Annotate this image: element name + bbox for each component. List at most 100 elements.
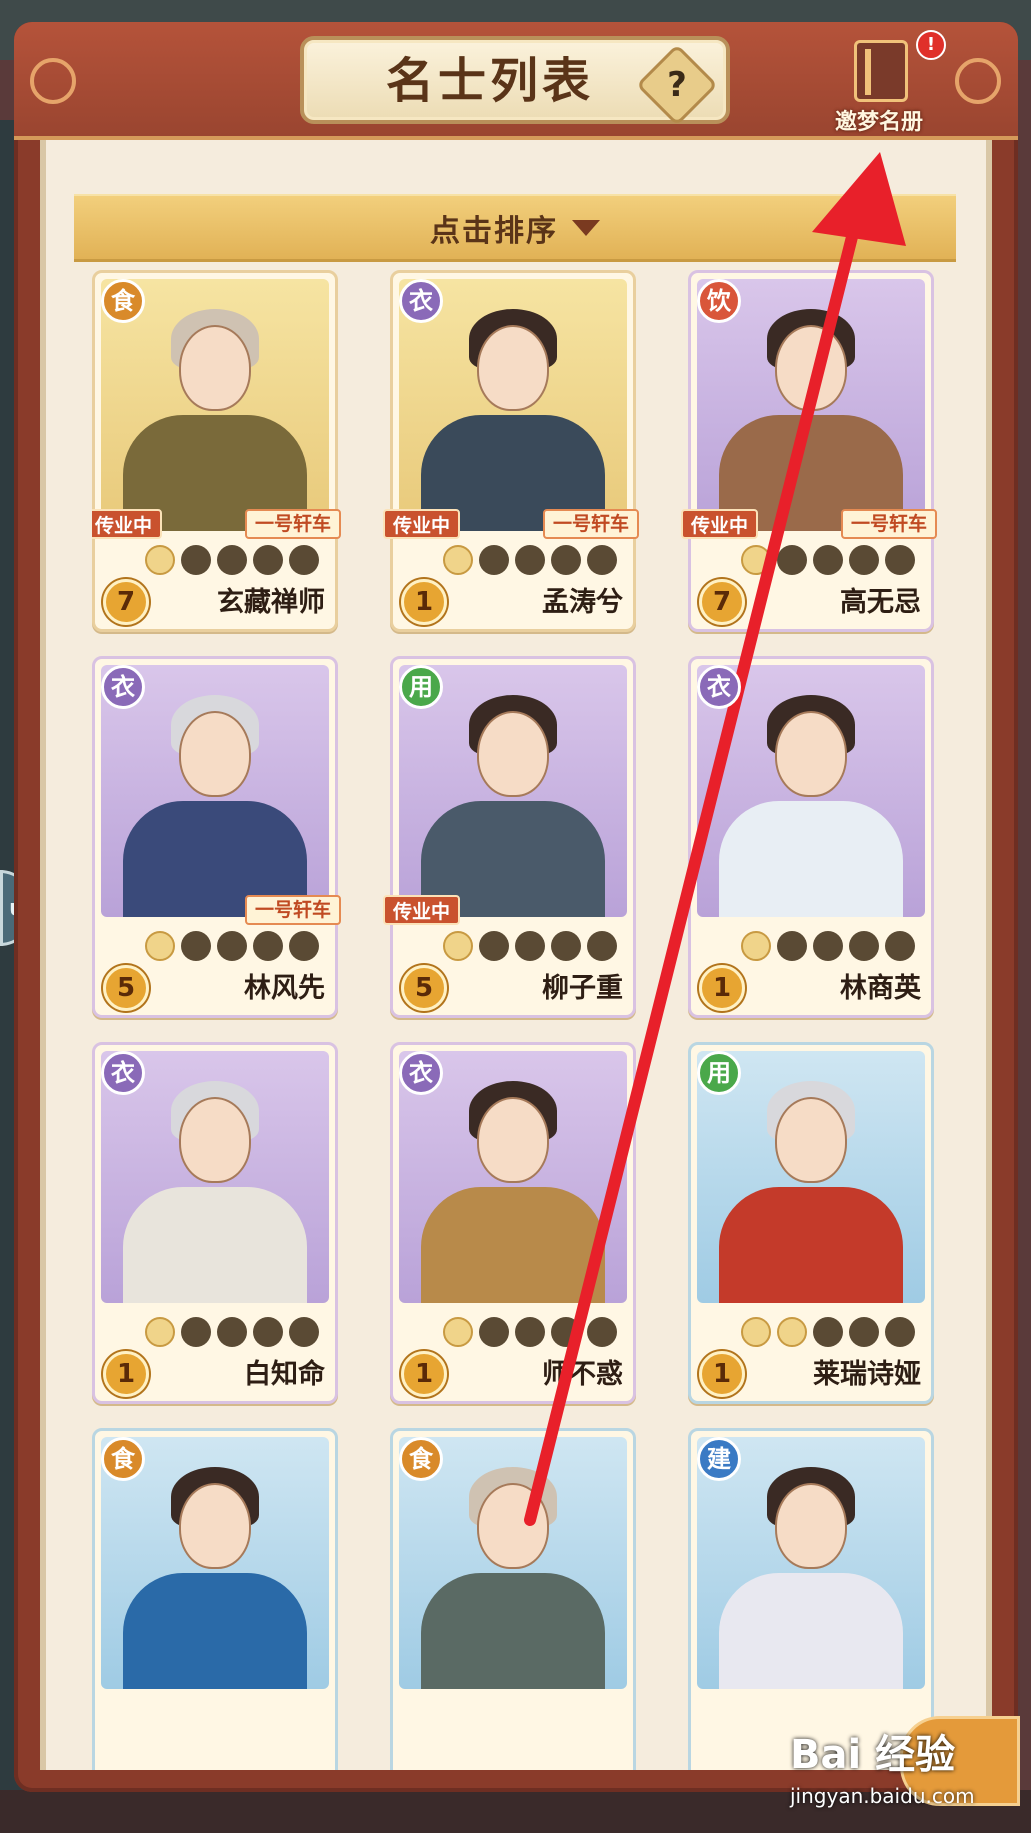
clover-star-icon (849, 931, 879, 961)
figure-robe (123, 1573, 307, 1689)
clover-star-icon (777, 545, 807, 575)
clover-star-icon (849, 1317, 879, 1347)
teaching-tag: 传业中 (681, 509, 759, 539)
status-tags: 传业中 (383, 895, 645, 925)
character-name: 孟涛兮 (542, 587, 623, 618)
clover-star-icon (813, 1317, 843, 1347)
status-tags: 一号轩车 (92, 895, 347, 925)
clover-star-icon (289, 1317, 319, 1347)
character-card[interactable]: 用 1 莱瑞诗娅 (688, 1042, 934, 1404)
figure-robe (719, 1187, 903, 1303)
watermark-url: jingyan.baidu.com (790, 1784, 975, 1808)
character-name: 白知命 (244, 1359, 325, 1390)
figure-face (775, 711, 847, 797)
figure-robe (719, 801, 903, 917)
figure-face (179, 1483, 251, 1569)
figure-robe (123, 1187, 307, 1303)
clover-star-icon (551, 1317, 581, 1347)
clover-star-icon (551, 931, 581, 961)
carriage-tag: 一号轩车 (244, 895, 341, 925)
category-badge: 食 (399, 1437, 443, 1481)
character-card[interactable]: 饮传业中 一号轩车 7 高无忌 (681, 270, 937, 632)
character-name: 柳子重 (542, 973, 623, 1004)
page-title: 名士列表 (385, 53, 594, 109)
clover-star-icon (551, 545, 581, 575)
figure-face (775, 1097, 847, 1183)
status-tags: 传业中 一号轩车 (681, 509, 940, 539)
character-name: 莱瑞诗娅 (813, 1359, 921, 1390)
figure-robe (421, 1573, 605, 1689)
figure-robe (421, 1187, 605, 1303)
star-rating (145, 545, 335, 575)
clover-star-icon (181, 545, 211, 575)
category-badge: 食 (101, 279, 145, 323)
clover-star-icon (741, 1317, 771, 1347)
clover-star-icon (253, 545, 283, 575)
star-rating (443, 1317, 633, 1347)
category-badge: 用 (399, 665, 443, 709)
character-name: 玄藏禅师 (217, 587, 325, 618)
level-badge: 1 (401, 1351, 447, 1397)
clover-star-icon (253, 1317, 283, 1347)
figure-face (775, 1483, 847, 1569)
clover-star-icon (741, 931, 771, 961)
clover-star-icon (479, 931, 509, 961)
level-badge: 1 (103, 1351, 149, 1397)
character-card[interactable]: 衣 1 白知命 (92, 1042, 338, 1404)
carriage-tag: 一号轩车 (840, 509, 937, 539)
figure-face (775, 325, 847, 411)
character-card[interactable]: 衣 1 林商英 (688, 656, 934, 1018)
clover-star-icon (479, 1317, 509, 1347)
category-badge: 衣 (101, 665, 145, 709)
category-badge: 食 (101, 1437, 145, 1481)
character-grid: 食传业中 一号轩车 7 玄藏禅师衣传业中 一号轩车 1 孟涛兮饮传业中 一号轩车 7 高无忌衣一号… (92, 270, 940, 1770)
clover-star-icon (813, 931, 843, 961)
level-badge: 7 (103, 579, 149, 625)
clover-star-icon (587, 931, 617, 961)
figure-face (477, 1097, 549, 1183)
character-name: 林风先 (244, 973, 325, 1004)
star-rating (741, 545, 931, 575)
carriage-tag: 一号轩车 (542, 509, 639, 539)
right-ornament-icon (955, 58, 1001, 104)
alert-badge: ! (916, 30, 946, 60)
category-badge: 衣 (399, 1051, 443, 1095)
clover-star-icon (777, 1317, 807, 1347)
clover-star-icon (587, 1317, 617, 1347)
clover-star-icon (289, 545, 319, 575)
dream-roster-button[interactable]: 邀梦名册 ! (824, 30, 946, 136)
figure-face (179, 325, 251, 411)
watermark-brand: Bai 经验 (790, 1732, 956, 1778)
sort-label: 点击排序 (430, 213, 558, 249)
clover-star-icon (217, 545, 247, 575)
category-badge: 建 (697, 1437, 741, 1481)
clover-star-icon (217, 1317, 247, 1347)
clover-star-icon (813, 545, 843, 575)
character-card[interactable]: 衣传业中 一号轩车 1 孟涛兮 (383, 270, 639, 632)
category-badge: 衣 (399, 279, 443, 323)
star-rating (145, 931, 335, 961)
level-badge: 5 (103, 965, 149, 1011)
status-tags: 传业中 一号轩车 (383, 509, 645, 539)
character-card[interactable]: 衣一号轩车 5 林风先 (92, 656, 341, 1018)
character-card[interactable]: 衣 1 师不惑 (390, 1042, 636, 1404)
character-name: 师不惑 (542, 1359, 623, 1390)
sort-button[interactable]: 点击排序 (74, 194, 956, 262)
character-card[interactable]: 食传业中 一号轩车 7 玄藏禅师 (92, 270, 341, 632)
character-card[interactable]: 建 (688, 1428, 934, 1770)
teaching-tag: 传业中 (383, 895, 461, 925)
character-card[interactable]: 食 (390, 1428, 636, 1770)
teaching-tag: 传业中 (383, 509, 461, 539)
character-card[interactable]: 用传业中 5 柳子重 (383, 656, 636, 1018)
clover-star-icon (253, 931, 283, 961)
question-icon[interactable]: ? (648, 56, 706, 114)
figure-face (477, 1483, 549, 1569)
clover-star-icon (741, 545, 771, 575)
triangle-down-icon (572, 219, 600, 236)
character-name: 林商英 (840, 973, 921, 1004)
star-rating (741, 931, 931, 961)
left-ornament-icon (30, 58, 76, 104)
clover-star-icon (885, 931, 915, 961)
character-card[interactable]: 食 (92, 1428, 338, 1770)
carriage-tag: 一号轩车 (244, 509, 341, 539)
